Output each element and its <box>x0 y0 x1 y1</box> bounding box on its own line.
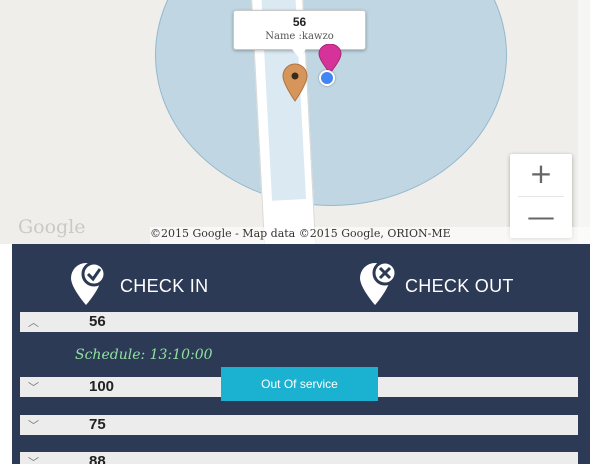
map-marker-brown-icon[interactable] <box>281 62 309 102</box>
status-toast: Out Of service <box>221 367 378 401</box>
chevron-down-icon[interactable]: ﹀ <box>28 417 39 433</box>
list-item-label: 88 <box>89 453 106 464</box>
map-edge <box>578 0 590 244</box>
google-logo: Google <box>18 216 86 238</box>
chevron-down-icon[interactable]: ﹀ <box>28 454 39 464</box>
map-attribution[interactable]: ©2015 Google - Map data ©2015 Google, OR… <box>150 227 590 244</box>
zoom-controls: + — <box>510 154 572 238</box>
check-out-button[interactable]: CHECK OUT <box>357 260 557 306</box>
attendance-panel: CHECK IN CHECK OUT ︿ 56 Schedule: 13:10:… <box>12 244 590 464</box>
map-view[interactable]: 56 Name :kawzo + — Google ©2015 Google -… <box>0 0 590 244</box>
list-item[interactable]: ︿ 56 <box>20 312 578 332</box>
check-in-button[interactable]: CHECK IN <box>68 260 258 306</box>
check-in-label: CHECK IN <box>120 276 209 296</box>
list-item-label: 75 <box>89 416 106 433</box>
list-item[interactable]: ﹀ 88 <box>20 452 578 464</box>
map-marker-pink-icon[interactable] <box>317 44 343 74</box>
info-window-subtitle: Name :kawzo <box>265 31 334 42</box>
zoom-in-button[interactable]: + <box>510 154 572 196</box>
map-info-window[interactable]: 56 Name :kawzo <box>233 10 366 58</box>
list-item[interactable]: ﹀ 75 <box>20 415 578 435</box>
check-in-pin-icon <box>71 261 107 305</box>
chevron-up-icon[interactable]: ︿ <box>28 314 39 330</box>
schedule-text: Schedule: 13:10:00 <box>75 347 213 363</box>
list-item-label: 56 <box>89 313 106 330</box>
chevron-down-icon[interactable]: ﹀ <box>28 379 39 395</box>
check-out-label: CHECK OUT <box>405 276 514 296</box>
list-item-label: 100 <box>89 378 115 395</box>
check-out-pin-icon <box>360 260 398 305</box>
info-window-title: 56 <box>292 15 307 29</box>
current-location-dot <box>319 70 335 86</box>
